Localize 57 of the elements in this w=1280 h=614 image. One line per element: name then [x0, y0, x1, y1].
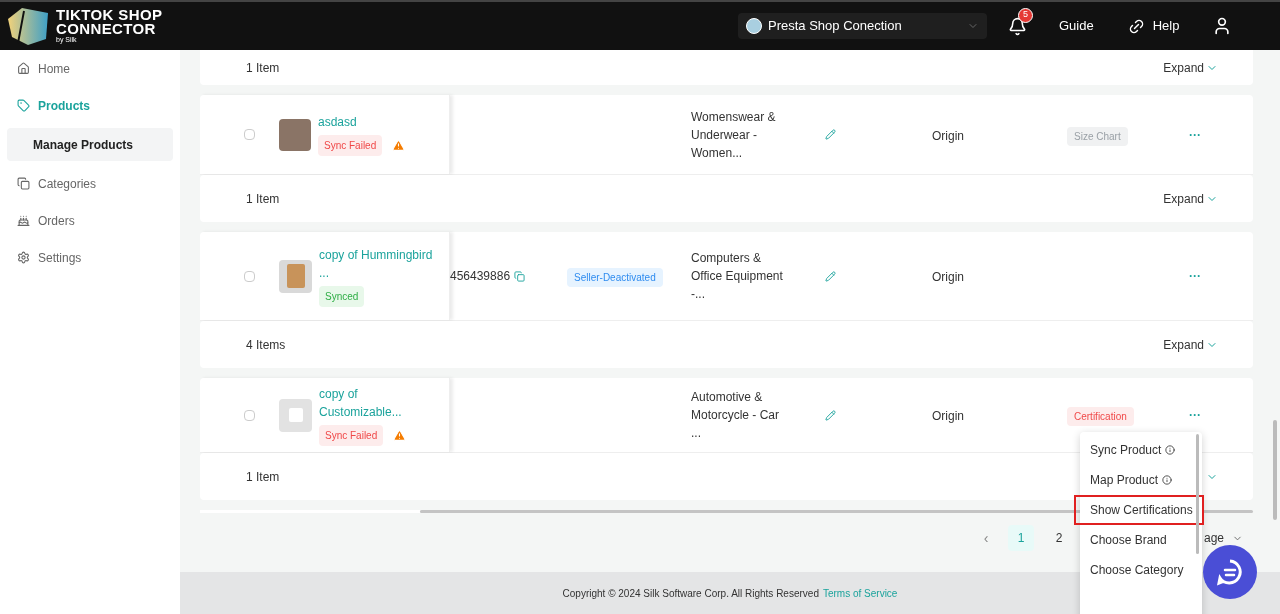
- home-icon: [17, 62, 30, 75]
- settings-icon: [17, 251, 30, 264]
- origin-text: Origin: [932, 270, 964, 284]
- origin-text: Origin: [932, 409, 964, 423]
- sidebar-subitem[interactable]: Manage Products: [7, 128, 173, 161]
- copyright-text: Copyright © 2024 Silk Software Corp. All Rights Reserved: [562, 586, 819, 601]
- store-select[interactable]: Presta Shop Conection: [738, 13, 987, 39]
- sidebar-item[interactable]: Home: [7, 54, 173, 83]
- item-count: 1 Item: [246, 59, 280, 77]
- item-count: 4 Items: [246, 336, 286, 354]
- sidebar-item[interactable]: Categories: [7, 169, 173, 198]
- tag-icon: [17, 99, 30, 112]
- product-tag: Certification: [1067, 407, 1134, 426]
- bell-icon[interactable]: [1008, 16, 1027, 36]
- logo-text: TIKTOK SHOP: [56, 8, 163, 22]
- page-button[interactable]: 2: [1045, 525, 1072, 551]
- expand-button[interactable]: Expand: [1163, 335, 1218, 354]
- chat-icon: [1216, 558, 1244, 586]
- logo-icon: [6, 5, 50, 47]
- origin-text: Origin: [932, 128, 964, 143]
- notebook-thumbnail: [279, 259, 312, 293]
- expand-button[interactable]: Expand: [1163, 58, 1218, 77]
- listing-status-tag: Seller-Deactivated: [567, 268, 663, 287]
- mug-thumbnail: [279, 398, 312, 432]
- menu-item[interactable]: Map Product: [1080, 465, 1202, 495]
- row-checkbox[interactable]: [244, 129, 255, 140]
- item-count: 1 Item: [246, 190, 280, 208]
- page-scrollbar[interactable]: [1273, 420, 1277, 520]
- product-id: 456439886: [450, 268, 511, 285]
- sync-status-tag: Sync Failed: [318, 135, 383, 156]
- menu-item[interactable]: Sync Product: [1080, 435, 1202, 465]
- product-tag: Size Chart: [1067, 126, 1128, 146]
- sync-status-tag: Synced: [319, 285, 365, 307]
- category-text: Automotive & Motorcycle - Car ...: [691, 389, 780, 442]
- notification-badge: 5: [1018, 7, 1033, 23]
- row-checkbox[interactable]: [244, 270, 255, 282]
- guide-link[interactable]: Guide: [1059, 16, 1094, 36]
- menu-item[interactable]: Choose Category: [1080, 555, 1202, 585]
- copy-icon: [17, 177, 30, 190]
- edit-icon[interactable]: [825, 129, 836, 140]
- page-size-select[interactable]: age: [1203, 529, 1243, 547]
- photo-placeholder: [279, 118, 311, 151]
- help-link[interactable]: Help: [1127, 16, 1180, 36]
- edit-icon[interactable]: [825, 409, 836, 421]
- category-text: Womenswear & Underwear - Women...: [691, 108, 777, 162]
- expand-button[interactable]: Expand: [1163, 189, 1218, 208]
- category-text: Computers & Office Equipment -...: [691, 250, 784, 303]
- menu-item[interactable]: Choose Brand: [1080, 525, 1202, 555]
- sidebar-item[interactable]: Settings: [7, 243, 173, 272]
- sidebar-item[interactable]: Orders: [7, 206, 173, 235]
- edit-icon[interactable]: [825, 270, 836, 282]
- copy-icon[interactable]: [514, 270, 526, 282]
- row-checkbox[interactable]: [244, 409, 255, 421]
- item-count: 1 Item: [246, 468, 280, 486]
- menu-item[interactable]: Show Certifications: [1074, 495, 1204, 525]
- sync-status-tag: Sync Failed: [319, 424, 384, 446]
- logo-text: CONNECTOR: [56, 22, 157, 36]
